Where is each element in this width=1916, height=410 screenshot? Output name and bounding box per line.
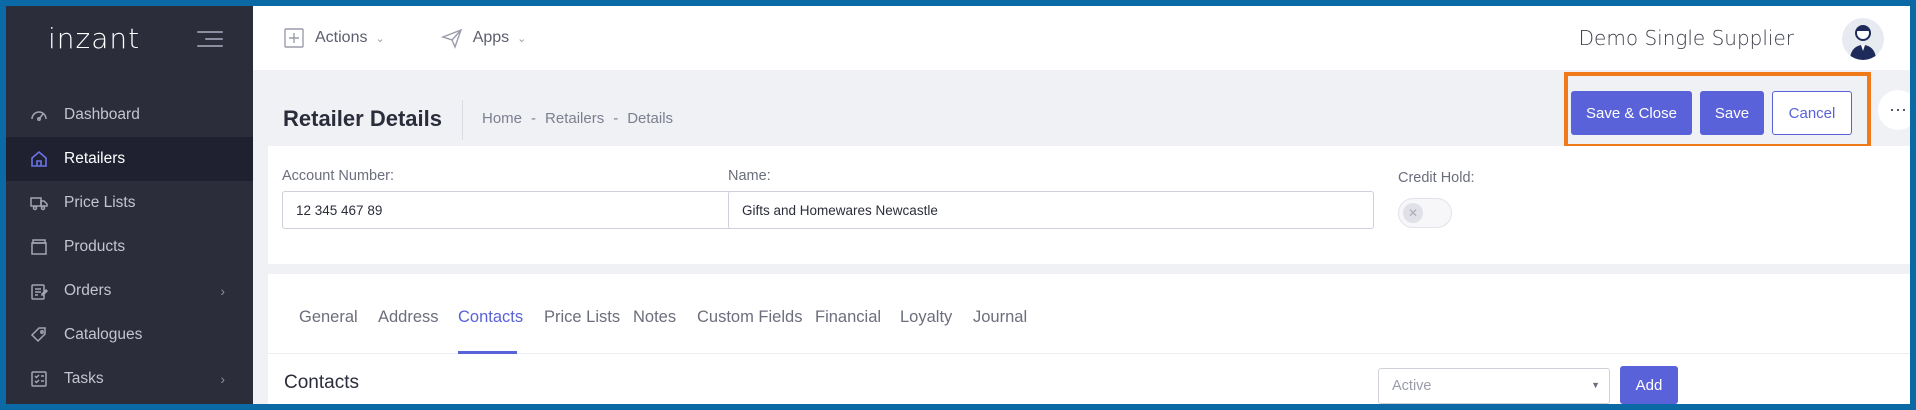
breadcrumb-separator: - xyxy=(531,110,537,127)
breadcrumb-separator: - xyxy=(613,110,619,127)
tab-financial[interactable]: Financial xyxy=(815,308,881,327)
chevron-right-icon: › xyxy=(220,283,225,299)
sidebar-item-label: Retailers xyxy=(64,150,126,167)
active-tab-indicator xyxy=(458,351,517,354)
sidebar-nav: Dashboard Retailers Price Lists Products xyxy=(6,93,253,401)
user-name[interactable]: Demo Single Supplier xyxy=(1579,26,1794,50)
sidebar: inzant Dashboard Retailers Price Lists P… xyxy=(6,6,253,404)
tab-general[interactable]: General xyxy=(299,308,358,327)
credit-hold-toggle[interactable]: ✕ xyxy=(1398,198,1452,228)
tab-bar: General Address Contacts Price Lists Not… xyxy=(268,274,1910,354)
logo-row: inzant xyxy=(6,6,253,70)
name-field[interactable]: Gifts and Homewares Newcastle xyxy=(728,191,1374,229)
sidebar-item-dashboard[interactable]: Dashboard xyxy=(6,93,253,137)
save-close-button[interactable]: Save & Close xyxy=(1571,91,1692,135)
sidebar-item-label: Dashboard xyxy=(64,106,140,123)
home-icon xyxy=(28,148,50,170)
tabs-card: General Address Contacts Price Lists Not… xyxy=(268,274,1910,404)
sidebar-item-retailers[interactable]: Retailers xyxy=(6,137,253,181)
apps-menu[interactable]: Apps ⌄ xyxy=(440,27,527,49)
paper-plane-icon xyxy=(440,28,462,49)
breadcrumb: Home - Retailers - Details xyxy=(482,110,673,127)
tab-loyalty[interactable]: Loyalty xyxy=(900,308,952,327)
sidebar-item-label: Orders xyxy=(64,282,112,299)
sidebar-item-label: Catalogues xyxy=(64,326,143,343)
box-icon xyxy=(28,236,50,258)
logo: inzant xyxy=(48,21,141,55)
menu-toggle-icon[interactable] xyxy=(197,31,223,49)
page-title: Retailer Details xyxy=(283,106,442,131)
contacts-section-title: Contacts xyxy=(284,372,359,393)
tab-journal[interactable]: Journal xyxy=(973,308,1027,327)
actions-label: Actions xyxy=(315,29,368,46)
app-window: inzant Dashboard Retailers Price Lists P… xyxy=(6,6,1910,404)
clipboard-icon xyxy=(28,280,50,302)
tab-address[interactable]: Address xyxy=(378,308,439,327)
status-filter-value: Active xyxy=(1392,378,1432,394)
retailer-details-card: Account Number: 12 345 467 89 Name: Gift… xyxy=(268,146,1910,264)
dropdown-arrow-icon: ▼ xyxy=(1591,380,1600,390)
account-number-field[interactable]: 12 345 467 89 xyxy=(282,191,798,229)
actions-menu[interactable]: Actions ⌄ xyxy=(283,27,385,49)
sidebar-item-orders[interactable]: Orders › xyxy=(6,269,253,313)
add-contact-button[interactable]: Add xyxy=(1620,366,1678,404)
tab-custom-fields[interactable]: Custom Fields xyxy=(697,308,802,327)
close-icon: ✕ xyxy=(1403,203,1423,223)
avatar[interactable] xyxy=(1842,18,1884,60)
name-label: Name: xyxy=(728,168,771,184)
sidebar-item-label: Price Lists xyxy=(64,194,136,211)
breadcrumb-retailers[interactable]: Retailers xyxy=(545,110,604,127)
breadcrumb-details: Details xyxy=(627,110,674,127)
tab-price-lists[interactable]: Price Lists xyxy=(544,308,620,327)
topbar: Actions ⌄ Apps ⌄ Demo Single Supplier xyxy=(253,6,1910,70)
sidebar-item-tasks[interactable]: Tasks › xyxy=(6,357,253,401)
sidebar-item-label: Products xyxy=(64,238,126,255)
save-button[interactable]: Save xyxy=(1700,91,1764,135)
breadcrumb-home[interactable]: Home xyxy=(482,110,522,127)
account-number-label: Account Number: xyxy=(282,168,395,184)
sidebar-item-label: Tasks xyxy=(64,370,104,387)
cancel-button[interactable]: Cancel xyxy=(1772,91,1852,135)
sidebar-item-catalogues[interactable]: Catalogues xyxy=(6,313,253,357)
credit-hold-label: Credit Hold: xyxy=(1398,170,1475,186)
tab-notes[interactable]: Notes xyxy=(633,308,676,327)
sidebar-item-price-lists[interactable]: Price Lists xyxy=(6,181,253,225)
header-divider xyxy=(462,100,463,140)
truck-icon xyxy=(28,192,50,214)
plus-square-icon xyxy=(284,28,304,48)
chevron-right-icon: › xyxy=(220,371,225,387)
more-options-button[interactable]: ⋯ xyxy=(1878,90,1910,130)
tag-icon xyxy=(28,324,50,346)
tab-contacts[interactable]: Contacts xyxy=(458,308,523,327)
checklist-icon xyxy=(28,368,50,390)
chevron-down-icon: ⌄ xyxy=(375,32,385,45)
apps-label: Apps xyxy=(472,29,510,46)
dashboard-icon xyxy=(28,104,50,126)
status-filter-select[interactable]: Active ▼ xyxy=(1378,368,1610,404)
chevron-down-icon: ⌄ xyxy=(517,32,527,45)
sidebar-item-products[interactable]: Products xyxy=(6,225,253,269)
